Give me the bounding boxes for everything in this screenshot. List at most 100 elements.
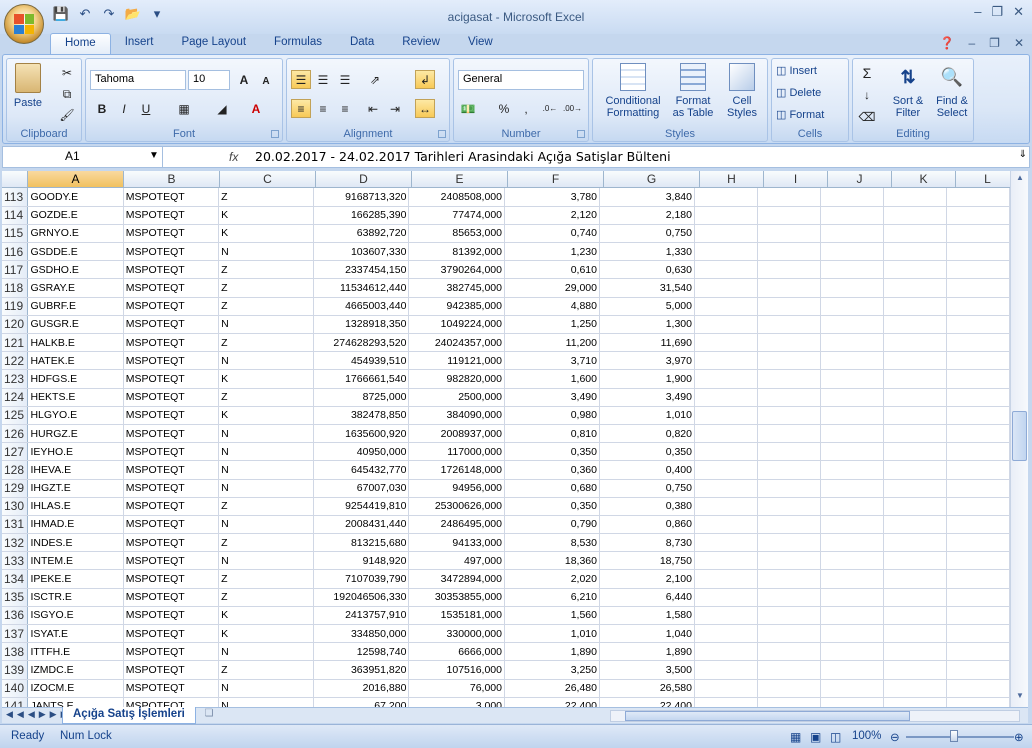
cell-d[interactable]: 363951,820 bbox=[313, 660, 410, 680]
cell-b[interactable]: MSPOTEQT bbox=[123, 388, 220, 407]
cell-c[interactable]: N bbox=[218, 679, 314, 698]
cell-c[interactable]: Z bbox=[218, 333, 314, 353]
cell-f[interactable]: 1,230 bbox=[504, 242, 600, 262]
cell-c[interactable]: N bbox=[218, 442, 314, 462]
close-icon[interactable]: ✕ bbox=[1013, 4, 1024, 20]
cell-k[interactable] bbox=[883, 460, 947, 480]
cell-d[interactable]: 2337454,150 bbox=[313, 260, 410, 280]
cell-l[interactable] bbox=[946, 333, 1010, 353]
percent-style-button[interactable]: % bbox=[494, 99, 514, 118]
wrap-text-icon[interactable]: ↲ bbox=[415, 70, 435, 89]
cell-h[interactable] bbox=[694, 588, 758, 607]
column-header-b[interactable]: B bbox=[124, 171, 220, 188]
cell-l[interactable] bbox=[946, 242, 1010, 262]
cell-g[interactable]: 11,690 bbox=[599, 333, 695, 353]
cell-i[interactable] bbox=[757, 406, 821, 425]
cell-j[interactable] bbox=[820, 278, 884, 298]
tab-data[interactable]: Data bbox=[336, 33, 388, 55]
cell-h[interactable] bbox=[694, 624, 758, 644]
cell-e[interactable]: 94133,000 bbox=[408, 533, 505, 553]
cell-j[interactable] bbox=[820, 224, 884, 244]
row-header[interactable]: 141 bbox=[2, 697, 29, 707]
cell-i[interactable] bbox=[757, 442, 821, 462]
cell-f[interactable]: 0,790 bbox=[504, 515, 600, 535]
cell-e[interactable]: 497,000 bbox=[408, 551, 505, 571]
cell-d[interactable]: 1766661,540 bbox=[313, 369, 410, 389]
cell-c[interactable]: Z bbox=[218, 278, 314, 298]
cell-h[interactable] bbox=[694, 497, 758, 516]
cell-b[interactable]: MSPOTEQT bbox=[123, 479, 220, 498]
cell-e[interactable]: 6666,000 bbox=[408, 642, 505, 662]
cell-c[interactable]: K bbox=[218, 406, 314, 425]
cell-h[interactable] bbox=[694, 442, 758, 462]
column-header-i[interactable]: I bbox=[764, 171, 828, 188]
page-layout-view-icon[interactable]: ▣ bbox=[810, 730, 821, 744]
cell-c[interactable]: N bbox=[218, 242, 314, 262]
fill-color-icon[interactable]: ◢ bbox=[212, 99, 232, 118]
column-header-d[interactable]: D bbox=[316, 171, 412, 188]
cell-f[interactable]: 1,560 bbox=[504, 606, 600, 626]
merge-center-icon[interactable]: ↔ bbox=[415, 99, 435, 118]
cell-d[interactable]: 12598,740 bbox=[313, 642, 410, 662]
cell-f[interactable]: 1,600 bbox=[504, 369, 600, 389]
cell-e[interactable]: 24024357,000 bbox=[408, 333, 505, 353]
cell-e[interactable]: 2008937,000 bbox=[408, 424, 505, 444]
cell-h[interactable] bbox=[694, 278, 758, 298]
cell-c[interactable]: N bbox=[218, 351, 314, 371]
cell-e[interactable]: 30353855,000 bbox=[408, 588, 505, 607]
cell-a[interactable]: INTEM.E bbox=[27, 551, 124, 571]
cell-i[interactable] bbox=[757, 515, 821, 535]
cell-e[interactable]: 1726148,000 bbox=[408, 460, 505, 480]
cell-d[interactable]: 67,200 bbox=[313, 697, 410, 707]
cell-g[interactable]: 3,970 bbox=[599, 351, 695, 371]
row-header[interactable]: 140 bbox=[2, 679, 29, 698]
cell-d[interactable]: 4665003,440 bbox=[313, 297, 410, 316]
cell-g[interactable]: 1,580 bbox=[599, 606, 695, 626]
cell-g[interactable]: 6,440 bbox=[599, 588, 695, 607]
row-header[interactable]: 128 bbox=[2, 460, 29, 480]
cell-l[interactable] bbox=[946, 260, 1010, 280]
tab-insert[interactable]: Insert bbox=[111, 33, 168, 55]
cell-l[interactable] bbox=[946, 315, 1010, 335]
cell-h[interactable] bbox=[694, 406, 758, 425]
tab-view[interactable]: View bbox=[454, 33, 507, 55]
cell-i[interactable] bbox=[757, 660, 821, 680]
conditional-formatting-button[interactable]: Conditional Formatting bbox=[597, 63, 669, 119]
autosum-icon[interactable]: Σ bbox=[857, 63, 877, 82]
cell-g[interactable]: 0,860 bbox=[599, 515, 695, 535]
cell-e[interactable]: 2408508,000 bbox=[408, 188, 505, 207]
row-header[interactable]: 115 bbox=[2, 224, 29, 244]
page-break-view-icon[interactable]: ◫ bbox=[830, 730, 841, 744]
cell-a[interactable]: HATEK.E bbox=[27, 351, 124, 371]
row-header[interactable]: 130 bbox=[2, 497, 29, 516]
cell-k[interactable] bbox=[883, 588, 947, 607]
column-header-f[interactable]: F bbox=[508, 171, 604, 188]
expand-formula-bar-icon[interactable]: ⇓ bbox=[1019, 149, 1027, 160]
cell-h[interactable] bbox=[694, 242, 758, 262]
cell-c[interactable]: K bbox=[218, 606, 314, 626]
cell-j[interactable] bbox=[820, 388, 884, 407]
cell-c[interactable]: N bbox=[218, 460, 314, 480]
cell-styles-button[interactable]: Cell Styles bbox=[719, 63, 765, 119]
cell-d[interactable]: 192046506,330 bbox=[313, 588, 410, 607]
office-button[interactable] bbox=[4, 4, 44, 44]
cell-h[interactable] bbox=[694, 369, 758, 389]
cell-a[interactable]: HURGZ.E bbox=[27, 424, 124, 444]
cell-l[interactable] bbox=[946, 442, 1010, 462]
cell-i[interactable] bbox=[757, 388, 821, 407]
cell-l[interactable] bbox=[946, 697, 1010, 707]
cell-f[interactable]: 0,680 bbox=[504, 479, 600, 498]
cell-g[interactable]: 2,180 bbox=[599, 206, 695, 225]
number-format-select[interactable]: General bbox=[458, 70, 584, 90]
ribbon-restore-icon[interactable]: ❐ bbox=[989, 36, 1000, 50]
cell-b[interactable]: MSPOTEQT bbox=[123, 606, 220, 626]
align-bottom-icon[interactable]: ☰ bbox=[335, 70, 355, 89]
cell-f[interactable]: 29,000 bbox=[504, 278, 600, 298]
zoom-in-icon[interactable]: ⊕ bbox=[1014, 730, 1024, 744]
cell-k[interactable] bbox=[883, 569, 947, 589]
cell-i[interactable] bbox=[757, 188, 821, 207]
cell-f[interactable]: 26,480 bbox=[504, 679, 600, 698]
column-header-k[interactable]: K bbox=[892, 171, 956, 188]
normal-view-icon[interactable]: ▦ bbox=[790, 730, 801, 744]
cell-d[interactable]: 382478,850 bbox=[313, 406, 410, 425]
